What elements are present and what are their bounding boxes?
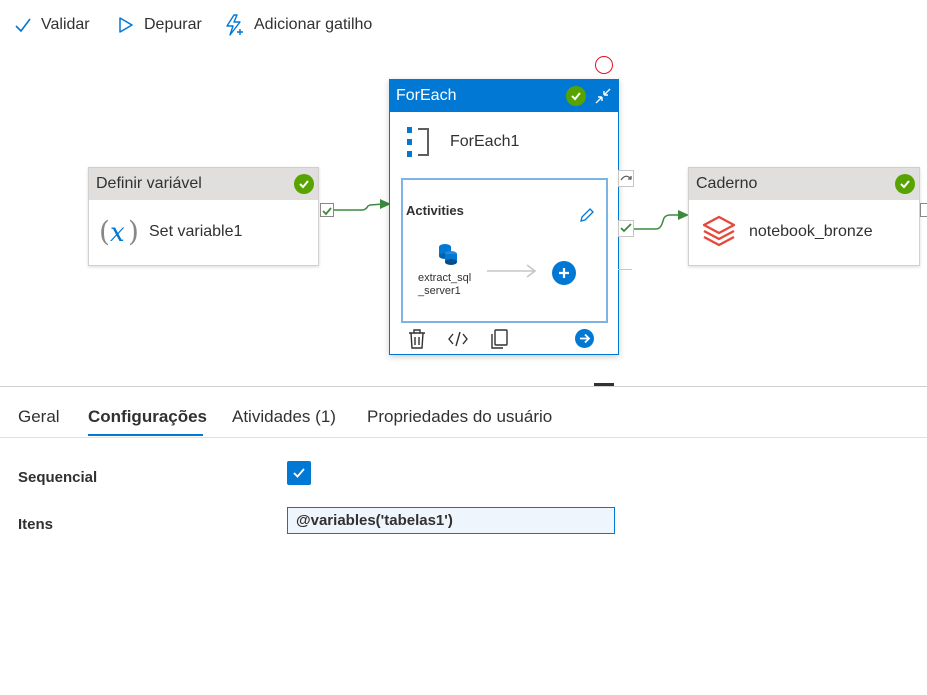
notebook-icon	[702, 215, 736, 246]
notebook-type: Caderno	[696, 175, 758, 192]
items-input[interactable]	[287, 507, 615, 534]
svg-text:(: (	[99, 216, 110, 248]
success-output-port[interactable]	[618, 220, 634, 237]
tab-user-properties[interactable]: Propriedades do usuário	[367, 407, 552, 427]
delete-icon[interactable]	[408, 329, 426, 349]
port-divider	[618, 269, 632, 270]
inner-activities-container[interactable]: Activities extract_sql _server1	[401, 178, 608, 323]
foreach-header: ForEach	[390, 80, 618, 112]
sequential-checkbox[interactable]	[287, 461, 311, 485]
set-variable-type: Definir variável	[96, 175, 202, 192]
set-variable-name: Set variable1	[149, 222, 243, 240]
foreach-type: ForEach	[396, 87, 457, 104]
add-icon[interactable]	[552, 261, 576, 285]
svg-text:): )	[128, 216, 139, 248]
tab-general[interactable]: Geral	[18, 407, 60, 427]
notebook-header: Caderno	[689, 168, 919, 200]
collapse-icon[interactable]	[594, 87, 612, 105]
variable-icon: ( x )	[99, 216, 139, 248]
sql-icon	[439, 244, 457, 265]
notebook-activity[interactable]: Caderno notebook_bronze	[688, 167, 920, 266]
sequential-label: Sequencial	[18, 469, 98, 486]
inner-activity-name[interactable]: extract_sql _server1	[418, 272, 482, 298]
foreach-title-row: ForEach1	[406, 126, 519, 158]
foreach-icon	[407, 127, 429, 157]
activities-title: Activities	[406, 203, 464, 218]
tab-activities[interactable]: Atividades (1)	[232, 407, 336, 427]
code-icon[interactable]	[448, 331, 468, 347]
notebook-output-port[interactable]	[920, 203, 927, 217]
notebook-name: notebook_bronze	[749, 222, 873, 240]
set-variable-activity[interactable]: Definir variável ( x ) Set variable1	[88, 167, 319, 266]
edit-icon[interactable]	[579, 207, 595, 223]
items-label: Itens	[18, 516, 54, 533]
success-output-port[interactable]	[320, 203, 334, 217]
svg-text:x: x	[110, 218, 125, 248]
panel-splitter[interactable]	[0, 386, 927, 387]
foreach-activity[interactable]: ForEach ForEach1 Activities extract_sql …	[389, 79, 619, 355]
success-icon	[566, 86, 586, 106]
arrow-icon	[487, 264, 537, 278]
breakpoint-circle[interactable]	[595, 56, 613, 74]
checkmark-icon	[293, 468, 305, 478]
foreach-name: ForEach1	[450, 133, 520, 150]
success-icon	[294, 174, 314, 194]
copy-icon[interactable]	[490, 329, 508, 349]
active-tab-indicator	[88, 434, 203, 436]
go-icon[interactable]	[575, 329, 594, 348]
success-icon	[895, 174, 915, 194]
set-variable-header: Definir variável	[89, 168, 318, 200]
tab-settings[interactable]: Configurações	[88, 407, 207, 427]
skip-port[interactable]	[618, 170, 634, 187]
properties-tabs: Geral Configurações Atividades (1) Propr…	[0, 388, 927, 438]
inner-activity-line-1: extract_sql	[418, 272, 472, 284]
inner-activity-line-2: _server1	[418, 285, 461, 297]
foreach-side-ports	[618, 170, 634, 272]
splitter-handle[interactable]	[594, 383, 614, 386]
